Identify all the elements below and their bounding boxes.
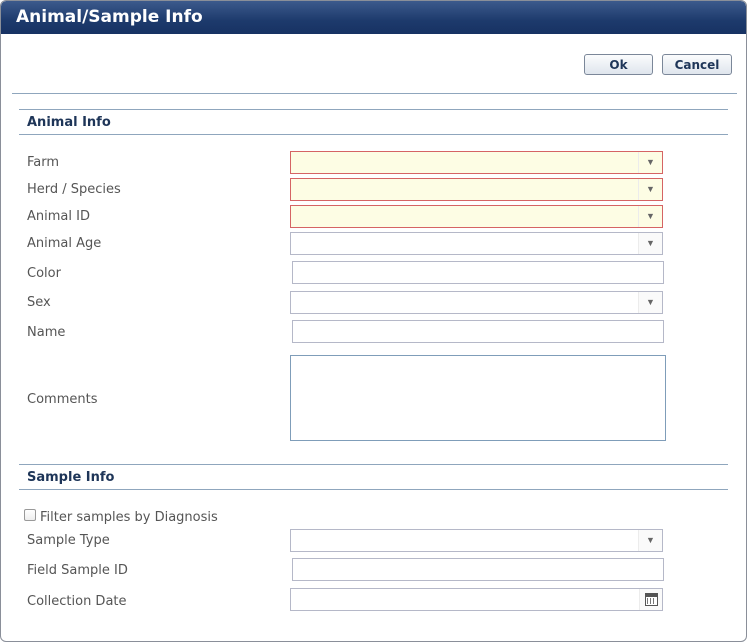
filter-by-diagnosis-checkbox[interactable] [24, 509, 36, 521]
chevron-down-icon[interactable]: ▼ [638, 233, 662, 254]
color-label: Color [27, 266, 61, 281]
comments-label: Comments [27, 392, 98, 407]
chevron-down-icon[interactable]: ▼ [638, 530, 662, 551]
dialog-title: Animal/Sample Info [16, 7, 203, 27]
ok-button[interactable]: Ok [584, 54, 653, 75]
chevron-down-icon[interactable]: ▼ [638, 152, 662, 173]
animal-age-combobox[interactable]: ▼ [290, 232, 663, 255]
cancel-button[interactable]: Cancel [662, 54, 732, 75]
calendar-icon[interactable] [645, 593, 658, 606]
divider [12, 93, 737, 94]
collection-date-label: Collection Date [27, 594, 127, 609]
color-input[interactable] [292, 261, 664, 284]
section-bottom-line [19, 489, 728, 490]
sex-combobox[interactable]: ▼ [290, 291, 663, 314]
farm-combobox[interactable]: ▼ [290, 151, 663, 174]
section-bottom-line [19, 134, 728, 135]
animal-info-section-title: Animal Info [27, 115, 111, 130]
animal-id-label: Animal ID [27, 209, 90, 224]
herd-species-label: Herd / Species [27, 182, 121, 197]
sample-info-section-title: Sample Info [27, 470, 115, 485]
field-sample-id-label: Field Sample ID [27, 563, 128, 578]
chevron-down-icon[interactable]: ▼ [638, 179, 662, 200]
animal-id-combobox[interactable]: ▼ [290, 205, 663, 228]
sample-type-combobox[interactable]: ▼ [290, 529, 663, 552]
animal-sample-dialog: Animal/Sample Info Ok Cancel Animal Info… [0, 0, 747, 642]
section-top-line [19, 464, 728, 465]
calendar-trigger[interactable] [639, 589, 662, 610]
collection-date-field[interactable] [290, 588, 663, 611]
field-sample-id-input[interactable] [292, 558, 664, 581]
title-bar: Animal/Sample Info [1, 1, 746, 34]
animal-age-label: Animal Age [27, 236, 102, 251]
name-input[interactable] [292, 320, 664, 343]
section-top-line [19, 109, 728, 110]
comments-textarea[interactable] [290, 355, 666, 441]
filter-by-diagnosis-label[interactable]: Filter samples by Diagnosis [40, 510, 218, 525]
sample-type-label: Sample Type [27, 533, 110, 548]
farm-label: Farm [27, 155, 60, 170]
herd-species-combobox[interactable]: ▼ [290, 178, 663, 201]
name-label: Name [27, 325, 66, 340]
chevron-down-icon[interactable]: ▼ [638, 206, 662, 227]
chevron-down-icon[interactable]: ▼ [638, 292, 662, 313]
sex-label: Sex [27, 295, 51, 310]
